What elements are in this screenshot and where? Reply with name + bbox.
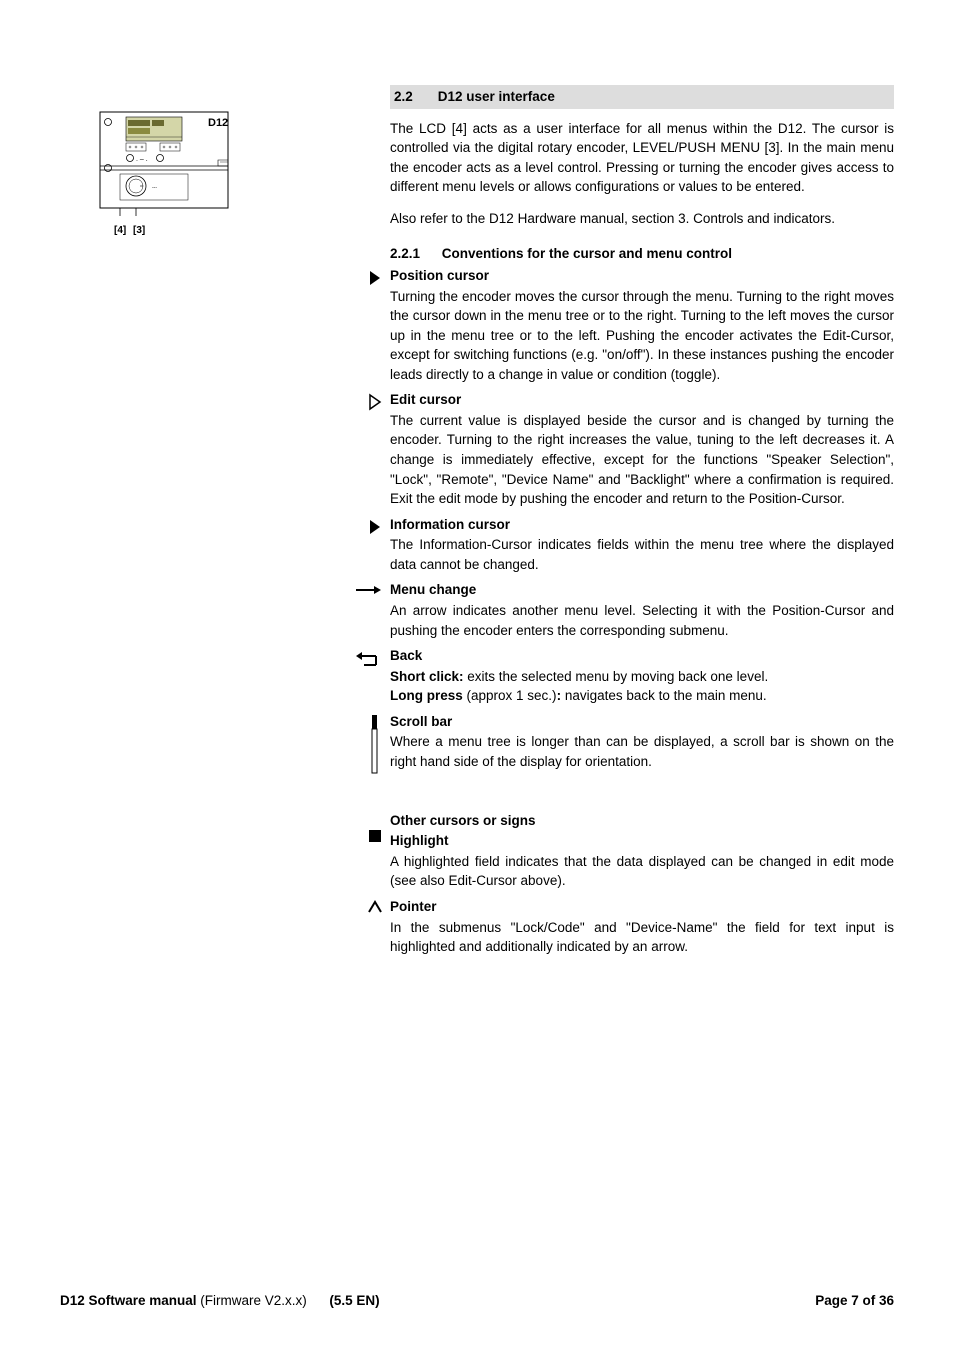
edit-cursor-icon bbox=[360, 390, 390, 508]
footer-mid: (5.5 EN) bbox=[329, 1293, 379, 1308]
back-long-paren: (approx 1 sec.) bbox=[463, 688, 557, 703]
row-scroll-bar: Scroll bar Where a menu tree is longer t… bbox=[390, 712, 894, 775]
scroll-bar-icon bbox=[360, 712, 390, 775]
edit-cursor-body: The current value is displayed beside th… bbox=[390, 411, 894, 509]
pointer-heading: Pointer bbox=[390, 897, 894, 917]
footer-title-rest: (Firmware V2.x.x) bbox=[197, 1293, 307, 1308]
device-illustration: D12 bbox=[60, 110, 390, 239]
back-long-label: Long press bbox=[390, 688, 463, 703]
menu-change-heading: Menu change bbox=[390, 580, 894, 600]
row-menu-change: Menu change An arrow indicates another m… bbox=[390, 580, 894, 640]
subsection-title: Conventions for the cursor and menu cont… bbox=[442, 246, 732, 261]
ref-label-4: [4] bbox=[114, 225, 126, 236]
scroll-bar-body: Where a menu tree is longer than can be … bbox=[390, 732, 894, 771]
ref-label-3: [3] bbox=[133, 225, 145, 236]
back-heading: Back bbox=[390, 646, 894, 666]
row-pointer: Pointer In the submenus "Lock/Code" and … bbox=[390, 897, 894, 957]
back-short-body: exits the selected menu by moving back o… bbox=[464, 669, 769, 684]
right-column: 2.2 D12 user interface The LCD [4] acts … bbox=[390, 85, 894, 963]
back-short-line: Short click: exits the selected menu by … bbox=[390, 667, 894, 687]
svg-text:. – .: . – . bbox=[136, 156, 148, 163]
scroll-bar-heading: Scroll bar bbox=[390, 712, 894, 732]
pointer-body: In the submenus "Lock/Code" and "Device-… bbox=[390, 918, 894, 957]
subsection-number: 2.2.1 bbox=[390, 244, 438, 264]
menu-change-body: An arrow indicates another menu level. S… bbox=[390, 601, 894, 640]
row-edit-cursor: Edit cursor The current value is display… bbox=[390, 390, 894, 508]
row-information-cursor: Information cursor The Information-Curso… bbox=[390, 515, 894, 575]
row-back: Back Short click: exits the selected men… bbox=[390, 646, 894, 706]
menu-change-icon bbox=[360, 580, 390, 640]
highlight-heading: Highlight bbox=[390, 831, 894, 851]
row-position-cursor: Position cursor Turning the encoder move… bbox=[390, 266, 894, 384]
section-number: 2.2 bbox=[394, 87, 434, 107]
back-icon bbox=[360, 646, 390, 706]
footer-left: D12 Software manual (Firmware V2.x.x) (5… bbox=[60, 1291, 380, 1311]
main-columns: D12 bbox=[60, 85, 894, 963]
subsection-heading: 2.2.1 Conventions for the cursor and men… bbox=[390, 244, 894, 264]
row-highlight: Other cursors or signs Highlight A highl… bbox=[390, 811, 894, 891]
position-cursor-heading: Position cursor bbox=[390, 266, 894, 286]
device-reference-labels: [4] [3] bbox=[114, 224, 390, 239]
back-long-line: Long press (approx 1 sec.): navigates ba… bbox=[390, 686, 894, 706]
back-long-body: navigates back to the main menu. bbox=[561, 688, 767, 703]
section-title: D12 user interface bbox=[438, 89, 555, 104]
information-cursor-icon bbox=[360, 515, 390, 575]
highlight-icon bbox=[360, 811, 390, 891]
footer-title-bold: D12 Software manual bbox=[60, 1293, 197, 1308]
section-para-1: The LCD [4] acts as a user interface for… bbox=[390, 119, 894, 197]
information-cursor-heading: Information cursor bbox=[390, 515, 894, 535]
information-cursor-body: The Information-Cursor indicates fields … bbox=[390, 535, 894, 574]
svg-text:D12: D12 bbox=[208, 117, 228, 129]
edit-cursor-heading: Edit cursor bbox=[390, 390, 894, 410]
other-cursors-heading: Other cursors or signs bbox=[390, 811, 894, 831]
device-svg: D12 bbox=[60, 110, 240, 220]
section-heading: 2.2 D12 user interface bbox=[390, 85, 894, 109]
position-cursor-icon bbox=[360, 266, 390, 384]
highlight-body: A highlighted field indicates that the d… bbox=[390, 852, 894, 891]
left-column: D12 bbox=[60, 85, 390, 963]
page: D12 bbox=[0, 0, 954, 1351]
back-short-label: Short click: bbox=[390, 669, 464, 684]
position-cursor-body: Turning the encoder moves the cursor thr… bbox=[390, 287, 894, 385]
page-footer: D12 Software manual (Firmware V2.x.x) (5… bbox=[60, 1291, 894, 1311]
section-para-2: Also refer to the D12 Hardware manual, s… bbox=[390, 209, 894, 229]
footer-right: Page 7 of 36 bbox=[815, 1291, 894, 1311]
pointer-icon bbox=[360, 897, 390, 957]
svg-text:---: --- bbox=[152, 185, 157, 191]
